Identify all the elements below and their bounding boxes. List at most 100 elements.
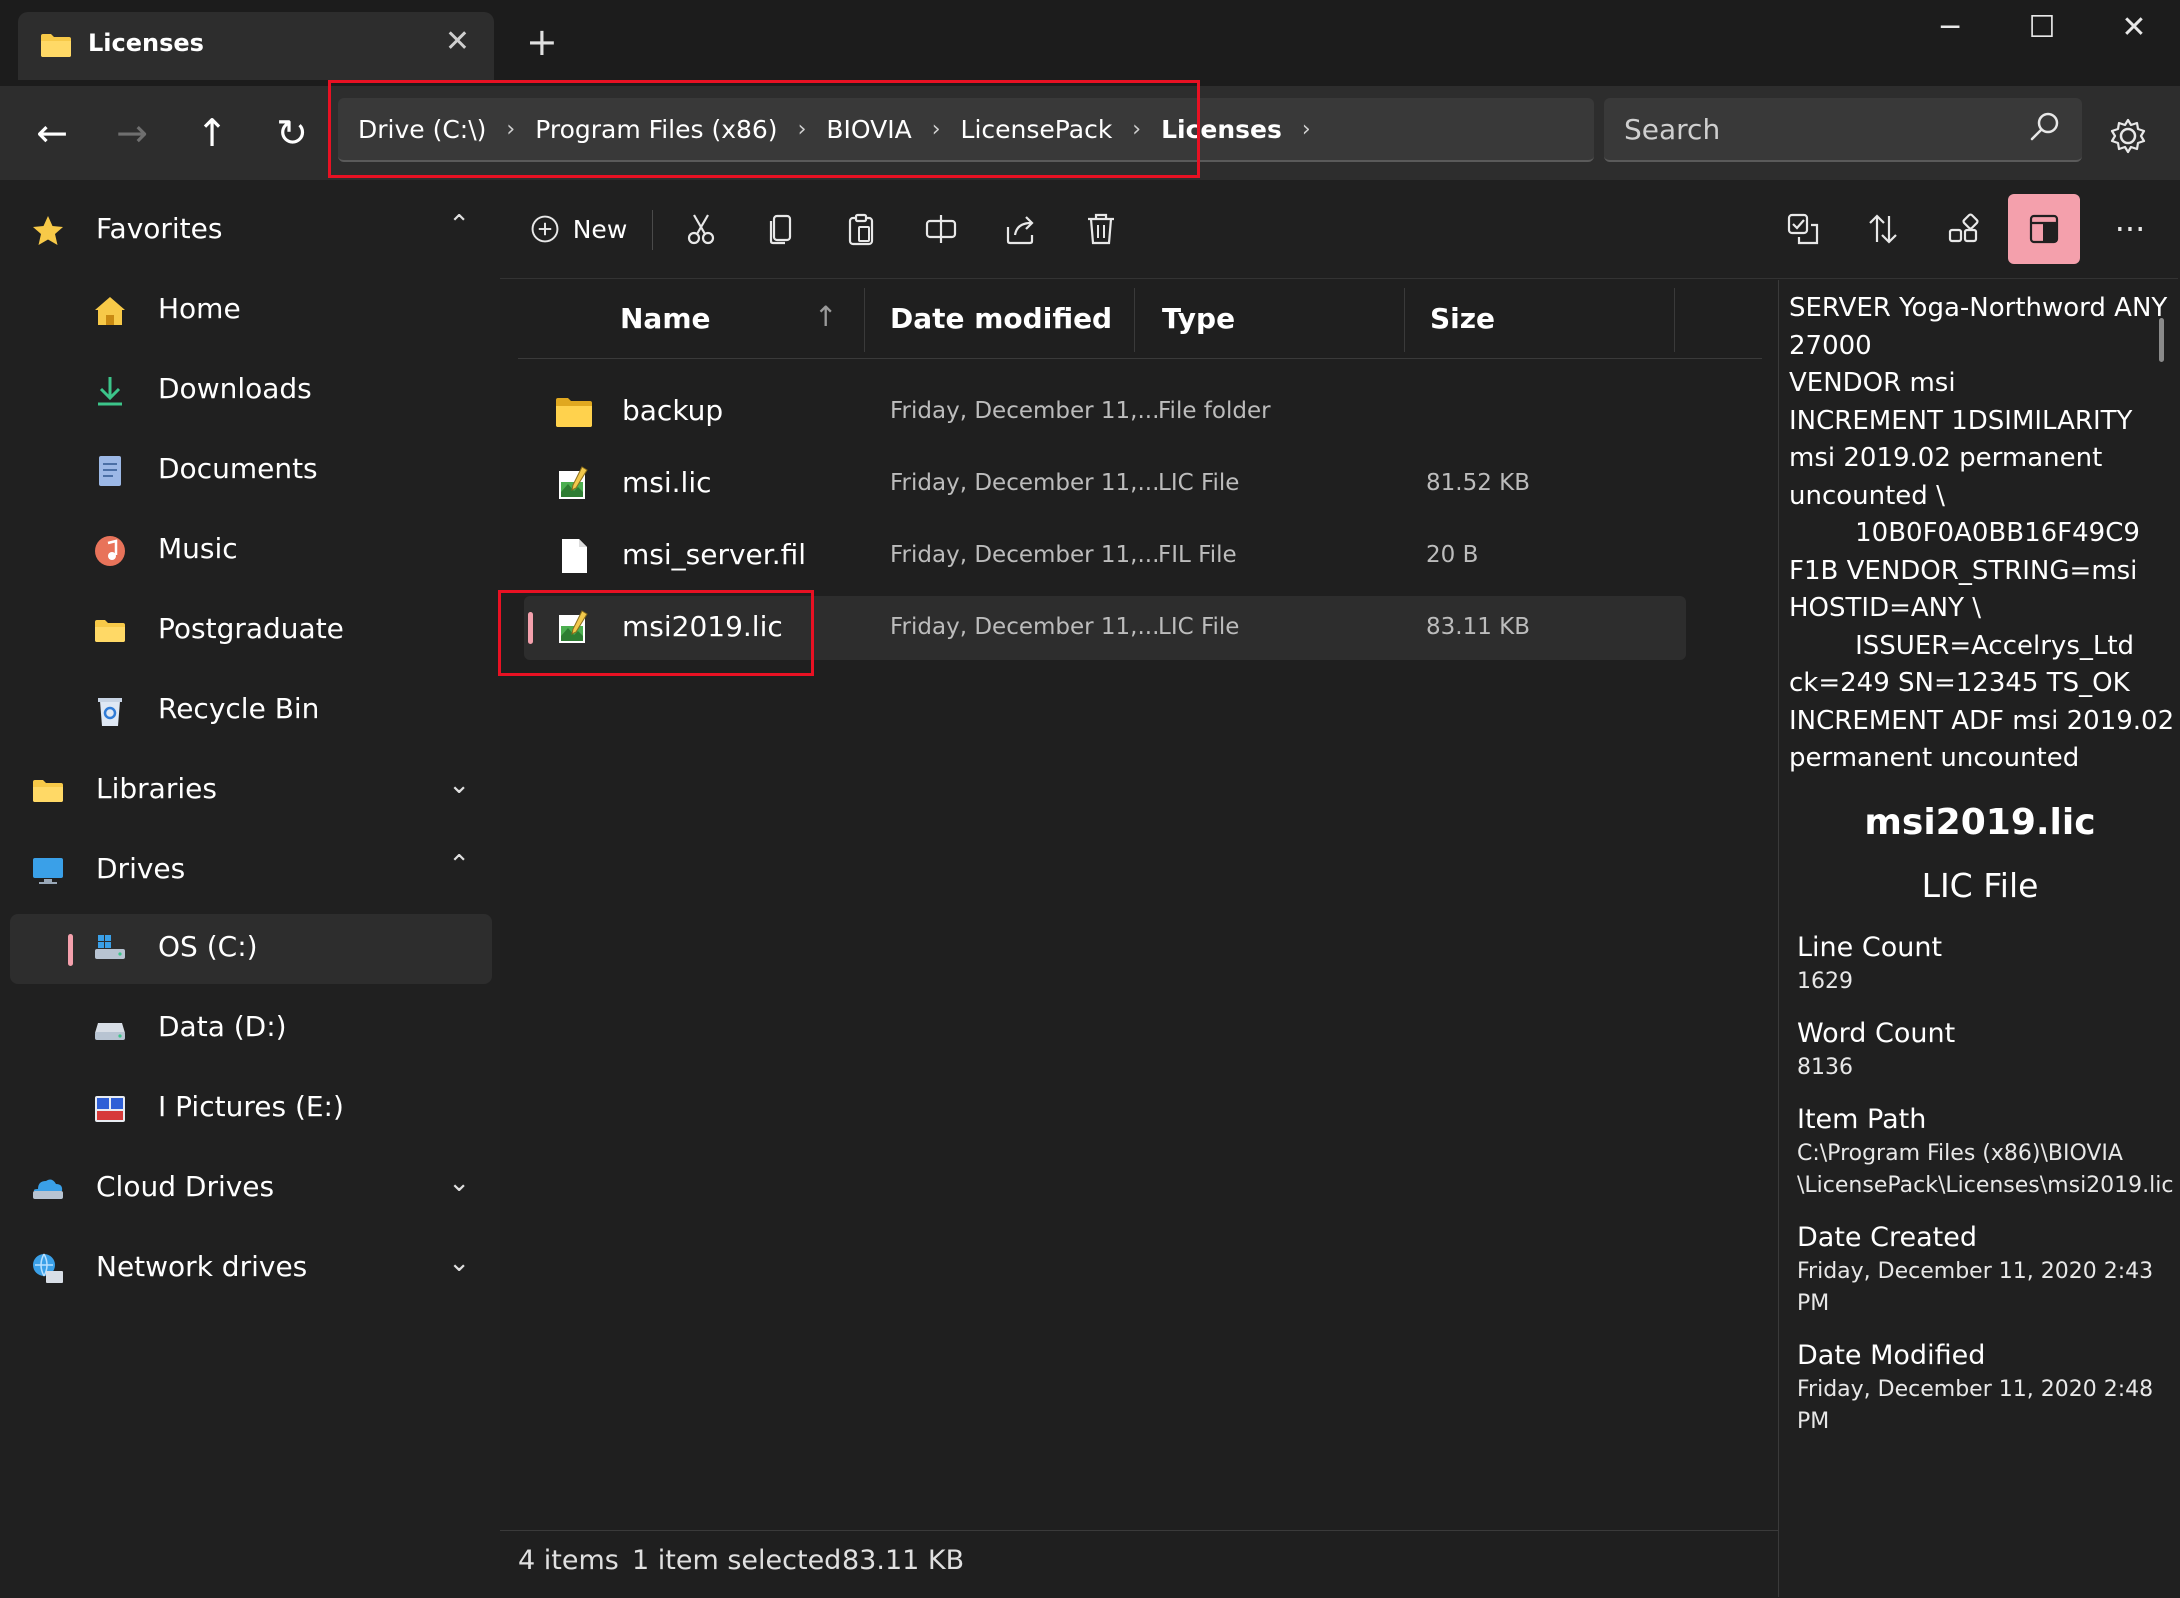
search-box[interactable] <box>1604 98 2082 162</box>
sidebar-item-documents[interactable]: Documents <box>10 436 492 506</box>
chevron-right-icon[interactable]: › <box>918 117 955 142</box>
property-value: 8136 <box>1797 1055 1853 1080</box>
property-label: Date Modified <box>1797 1340 1986 1371</box>
chevron-right-icon[interactable]: › <box>1288 117 1325 142</box>
search-input[interactable] <box>1622 108 2006 150</box>
sort-ascending-icon[interactable]: ↑ <box>814 300 837 333</box>
settings-gear-icon[interactable] <box>2104 112 2152 160</box>
file-row[interactable]: msi_server.fil Friday, December 11,... F… <box>524 524 1686 588</box>
copy-icon <box>769 214 792 245</box>
file-type: LIC File <box>1158 470 1240 496</box>
sort-button[interactable] <box>1858 204 1908 254</box>
column-divider[interactable] <box>1134 288 1135 352</box>
chevron-right-icon[interactable]: › <box>492 117 529 142</box>
forward-button[interactable]: → <box>102 108 162 158</box>
preview-file-type: LIC File <box>1921 866 2039 905</box>
breadcrumb-biovia[interactable]: BIOVIA <box>820 115 917 144</box>
address-bar[interactable]: Drive (C:\) › Program Files (x86) › BIOV… <box>338 98 1594 162</box>
file-date: Friday, December 11,... <box>890 542 1160 568</box>
up-button[interactable]: ↑ <box>182 108 242 158</box>
minimize-button[interactable]: ─ <box>1920 10 1980 45</box>
chevron-right-icon[interactable]: › <box>784 117 821 142</box>
file-date: Friday, December 11,... <box>890 614 1160 640</box>
trash-icon <box>1088 213 1114 245</box>
star-icon <box>33 216 63 245</box>
sidebar-cloud-drives[interactable]: Cloud Drives ⌄ <box>10 1154 492 1224</box>
file-row-selected[interactable]: msi2019.lic Friday, December 11,... LIC … <box>524 596 1686 660</box>
chevron-down-icon[interactable]: ⌄ <box>448 770 470 800</box>
preview-pane-toggle[interactable] <box>2008 194 2080 264</box>
sidebar-item-postgraduate[interactable]: Postgraduate <box>10 596 492 666</box>
sidebar-drives[interactable]: Drives ⌃ <box>10 836 492 906</box>
property-value: PM <box>1797 1291 1830 1316</box>
sidebar-label: Music <box>158 532 238 565</box>
breadcrumb-licenses[interactable]: Licenses <box>1155 115 1288 144</box>
paste-button[interactable] <box>836 204 886 254</box>
sidebar-item-home[interactable]: Home <box>10 276 492 346</box>
sidebar-item-pictures-e[interactable]: I Pictures (E:) <box>10 1074 492 1144</box>
sidebar-item-downloads[interactable]: Downloads <box>10 356 492 426</box>
libraries-folder-icon <box>33 780 63 802</box>
maximize-button[interactable]: ☐ <box>2012 10 2072 45</box>
grid-layout-icon <box>1948 213 1979 243</box>
breadcrumb-program-files[interactable]: Program Files (x86) <box>529 115 783 144</box>
sidebar-libraries[interactable]: Libraries ⌄ <box>10 756 492 826</box>
copy-button[interactable] <box>756 204 806 254</box>
column-divider[interactable] <box>1674 288 1675 352</box>
column-divider[interactable] <box>1404 288 1405 352</box>
column-header-date-modified[interactable]: Date modified <box>890 302 1112 335</box>
sidebar-label: Drives <box>96 852 186 885</box>
sidebar-label: Postgraduate <box>158 612 344 645</box>
chevron-down-icon[interactable]: ⌄ <box>448 1168 470 1198</box>
chevron-up-icon[interactable]: ⌃ <box>448 210 470 240</box>
file-name: msi.lic <box>622 466 712 499</box>
preview-scrollbar[interactable] <box>2159 318 2164 362</box>
file-date: Friday, December 11,... <box>890 398 1160 424</box>
status-item-count: 4 items <box>518 1545 619 1576</box>
file-row[interactable]: msi.lic Friday, December 11,... LIC File… <box>524 452 1686 516</box>
property-date-created: Date Created Friday, December 11, 2020 2… <box>1797 1220 2177 1320</box>
property-value: C:\Program Files (x86)\BIOVIA <box>1797 1141 2123 1166</box>
delete-button[interactable] <box>1076 204 1126 254</box>
sidebar-item-os-c[interactable]: OS (C:) <box>10 914 492 984</box>
column-header-name[interactable]: Name <box>620 302 711 335</box>
file-name: backup <box>622 394 724 427</box>
tab-close-icon[interactable]: ✕ <box>445 24 470 59</box>
sidebar-item-recycle-bin[interactable]: Recycle Bin <box>10 676 492 746</box>
select-button[interactable] <box>1778 204 1828 254</box>
new-button[interactable]: New <box>528 204 628 254</box>
back-button[interactable]: ← <box>22 108 82 158</box>
music-icon <box>95 536 125 566</box>
search-icon[interactable] <box>2028 110 2062 144</box>
column-divider[interactable] <box>864 288 865 352</box>
column-header-size[interactable]: Size <box>1430 302 1495 335</box>
sidebar-item-music[interactable]: Music <box>10 516 492 586</box>
rename-button[interactable] <box>916 204 966 254</box>
file-name: msi2019.lic <box>622 610 783 643</box>
column-header-type[interactable]: Type <box>1162 302 1235 335</box>
chevron-right-icon[interactable]: › <box>1118 117 1155 142</box>
preview-file-content[interactable]: SERVER Yoga-Northword ANY 27000 VENDOR m… <box>1789 290 2173 778</box>
layout-button[interactable] <box>1938 204 1988 254</box>
cloud-drive-icon <box>33 1179 63 1199</box>
preview-pane-icon <box>2029 214 2059 244</box>
share-button[interactable] <box>996 204 1046 254</box>
cut-button[interactable] <box>676 204 726 254</box>
file-size: 81.52 KB <box>1426 470 1531 496</box>
close-window-button[interactable]: ✕ <box>2104 10 2164 45</box>
new-button-label: New <box>572 214 628 244</box>
sidebar-item-data-d[interactable]: Data (D:) <box>10 994 492 1064</box>
breadcrumb-licensepack[interactable]: LicensePack <box>955 115 1119 144</box>
refresh-button[interactable]: ↻ <box>262 108 322 158</box>
sidebar-label: Downloads <box>158 372 312 405</box>
tab-licenses[interactable]: Licenses ✕ <box>18 12 494 80</box>
file-row[interactable]: backup Friday, December 11,... File fold… <box>524 380 1686 444</box>
chevron-up-icon[interactable]: ⌃ <box>448 850 470 880</box>
more-options-button[interactable]: ··· <box>2100 204 2160 254</box>
sidebar-network-drives[interactable]: Network drives ⌄ <box>10 1234 492 1304</box>
breadcrumb-drive-c[interactable]: Drive (C:\) <box>352 115 492 144</box>
new-tab-button[interactable]: + <box>526 20 558 64</box>
sidebar-label: Home <box>158 292 241 325</box>
sidebar-favorites[interactable]: Favorites ⌃ <box>10 196 492 266</box>
chevron-down-icon[interactable]: ⌄ <box>448 1248 470 1278</box>
